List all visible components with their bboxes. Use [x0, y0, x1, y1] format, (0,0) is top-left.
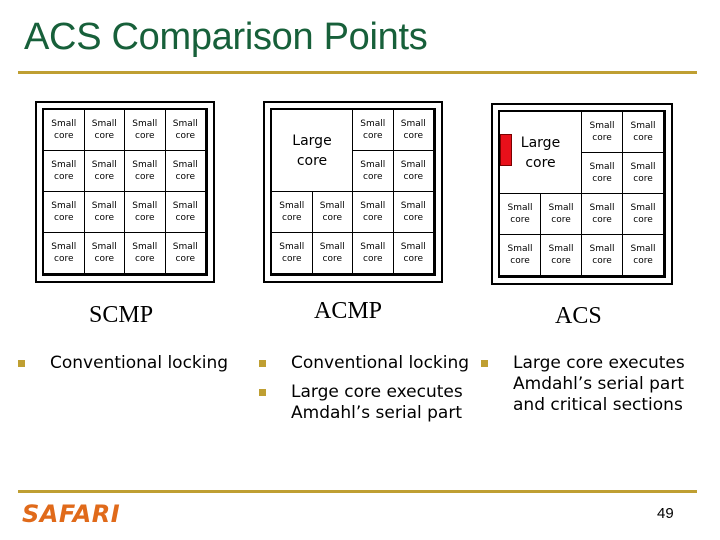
slide-title: ACS Comparison Points: [24, 16, 428, 58]
small-core: Small core: [124, 232, 166, 274]
small-core: Small core: [83, 109, 125, 151]
acmp-chip-diagram: Large core Small core Small core Small core Smal…: [263, 101, 443, 283]
bullet-item: Conventional locking: [14, 353, 254, 374]
small-core: Small core: [271, 232, 313, 274]
acmp-core-grid: Large core Small core Small core Small core Smal…: [271, 109, 434, 274]
small-core: Small core: [164, 191, 206, 233]
acs-label: ACS: [555, 303, 602, 329]
acmp-chip-die: Large core Small core Small core Small core Smal…: [270, 108, 436, 276]
small-core: Small core: [352, 232, 394, 274]
small-core: Small core: [622, 152, 664, 194]
small-core: Small core: [352, 109, 394, 151]
scmp-bullets: Conventional locking: [14, 353, 254, 382]
acs-chip-diagram: Large core Small core Small core Small core Smal…: [491, 103, 673, 285]
small-core: Small core: [124, 109, 166, 151]
acs-core-grid: Large core Small core Small core Small core Smal…: [499, 111, 664, 276]
safari-logo: SAFARI: [22, 500, 121, 528]
small-core: Small core: [43, 191, 85, 233]
small-core: Small core: [271, 191, 313, 233]
bullet-square-icon: [259, 360, 266, 367]
small-core: Small core: [352, 150, 394, 192]
small-core: Small core: [392, 232, 434, 274]
acs-chip-die: Large core Small core Small core Small core Smal…: [498, 110, 666, 278]
small-core: Small core: [43, 150, 85, 192]
small-core: Small core: [499, 193, 541, 235]
bullet-square-icon: [481, 360, 488, 367]
small-core: Small core: [581, 152, 623, 194]
small-core: Small core: [581, 234, 623, 276]
bullet-item: Large core executes Amdahl’s serial part…: [477, 353, 697, 416]
small-core: Small core: [124, 150, 166, 192]
small-core: Small core: [83, 232, 125, 274]
bullet-square-icon: [18, 360, 25, 367]
small-core: Small core: [622, 111, 664, 153]
small-core: Small core: [540, 234, 582, 276]
bullet-square-icon: [259, 389, 266, 396]
footer-divider: [18, 490, 697, 493]
scmp-core-grid: Small core Small core Small core Small core Smal…: [43, 109, 206, 274]
acs-bullets: Large core executes Amdahl’s serial part…: [477, 353, 697, 424]
small-core: Small core: [311, 191, 353, 233]
small-core: Small core: [164, 232, 206, 274]
scmp-label: SCMP: [89, 302, 154, 328]
small-core: Small core: [622, 193, 664, 235]
small-core: Small core: [392, 150, 434, 192]
small-core: Small core: [499, 234, 541, 276]
bullet-item: Large core executes Amdahl’s serial part: [255, 382, 485, 424]
bullet-item: Conventional locking: [255, 353, 485, 374]
small-core: Small core: [352, 191, 394, 233]
acmp-bullets: Conventional locking Large core executes…: [255, 353, 485, 432]
small-core: Small core: [392, 191, 434, 233]
large-core: Large core: [499, 111, 582, 194]
small-core: Small core: [392, 109, 434, 151]
small-core: Small core: [311, 232, 353, 274]
small-core: Small core: [164, 109, 206, 151]
small-core: Small core: [124, 191, 166, 233]
small-core: Small core: [43, 232, 85, 274]
scmp-chip-diagram: Small core Small core Small core Small core Smal…: [35, 101, 215, 283]
small-core: Small core: [622, 234, 664, 276]
small-core: Small core: [43, 109, 85, 151]
small-core: Small core: [83, 191, 125, 233]
small-core: Small core: [164, 150, 206, 192]
scmp-chip-die: Small core Small core Small core Small core Smal…: [42, 108, 208, 276]
acmp-label: ACMP: [314, 298, 383, 324]
page-number: 49: [657, 505, 674, 522]
small-core: Small core: [581, 193, 623, 235]
critical-section-accelerator: [500, 134, 512, 166]
small-core: Small core: [581, 111, 623, 153]
title-divider: [18, 71, 697, 74]
large-core: Large core: [271, 109, 353, 192]
small-core: Small core: [83, 150, 125, 192]
small-core: Small core: [540, 193, 582, 235]
